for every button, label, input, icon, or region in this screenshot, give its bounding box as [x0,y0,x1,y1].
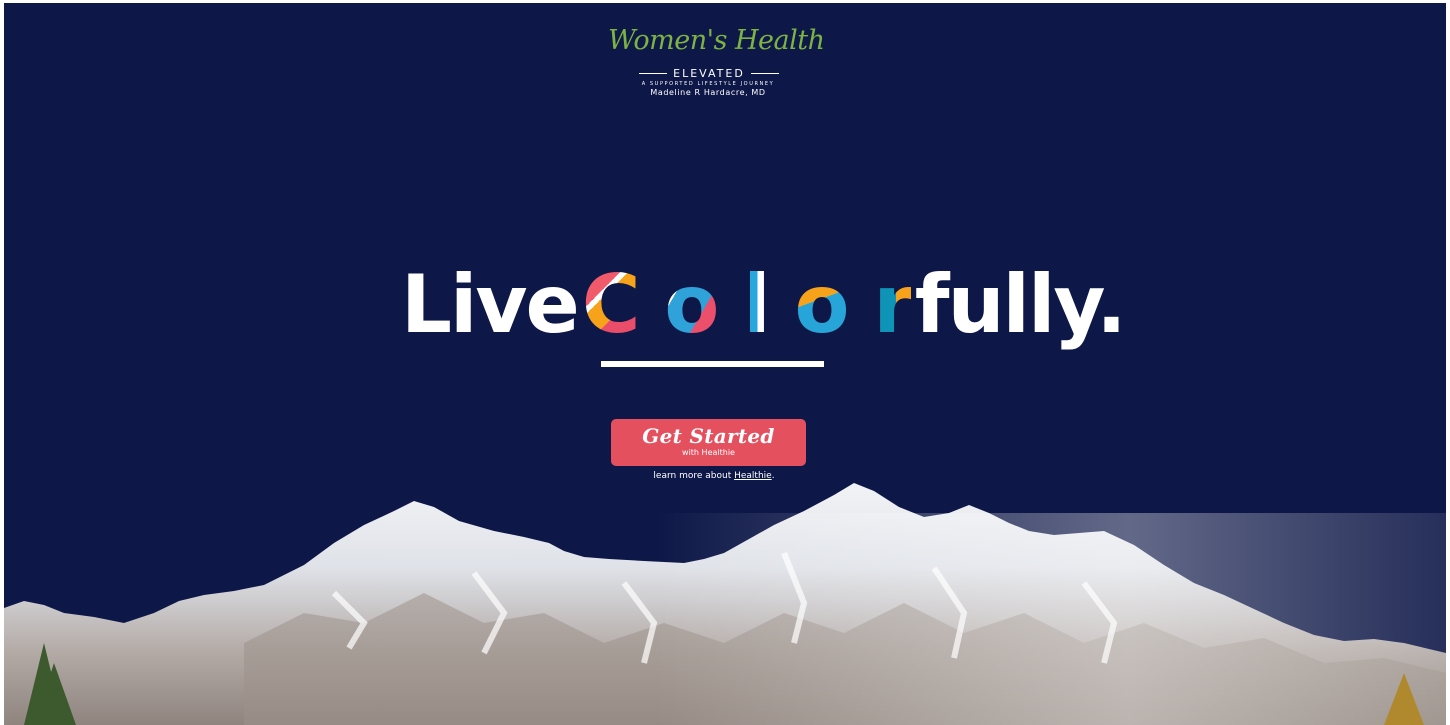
logo-elevated-row: ELEVATED [637,66,781,80]
mountain-range-image [4,483,1446,725]
headline-colorful-word: C o l o r [578,258,915,351]
logo-script-text: Women's Health [608,25,825,56]
headline-word-live: Live [401,257,580,351]
hero-section: Women's Health ELEVATED A SUPPORTED LIFE… [4,3,1446,725]
mountain-fog [654,513,1446,725]
logo-rule-right [750,72,779,74]
headline-letter-c: C [581,257,641,351]
headline-letter-r: r [873,257,912,351]
headline-word-fully: fully. [914,257,1127,351]
logo-tagline: A SUPPORTED LIFESTYLE JOURNEY [641,81,775,87]
logo-elevated-text: ELEVATED [673,66,745,80]
brand-logo[interactable]: Women's Health ELEVATED A SUPPORTED LIFE… [4,3,1446,113]
headline-letter-o1: o [664,257,719,351]
get-started-label: Get Started [642,424,775,448]
headline-underline [601,361,824,367]
headline-letter-o2: o [794,257,850,351]
get-started-button[interactable]: Get Started with Healthie [611,419,806,466]
hero-headline: Live C o l o r fully. [401,249,1127,359]
get-started-sublabel: with Healthie [682,448,735,457]
logo-rule-left [639,72,668,74]
page: Women's Health ELEVATED A SUPPORTED LIFE… [0,0,1450,725]
headline-letter-l: l [743,257,770,351]
logo-author: Madeline R Hardacre, MD [650,88,766,97]
